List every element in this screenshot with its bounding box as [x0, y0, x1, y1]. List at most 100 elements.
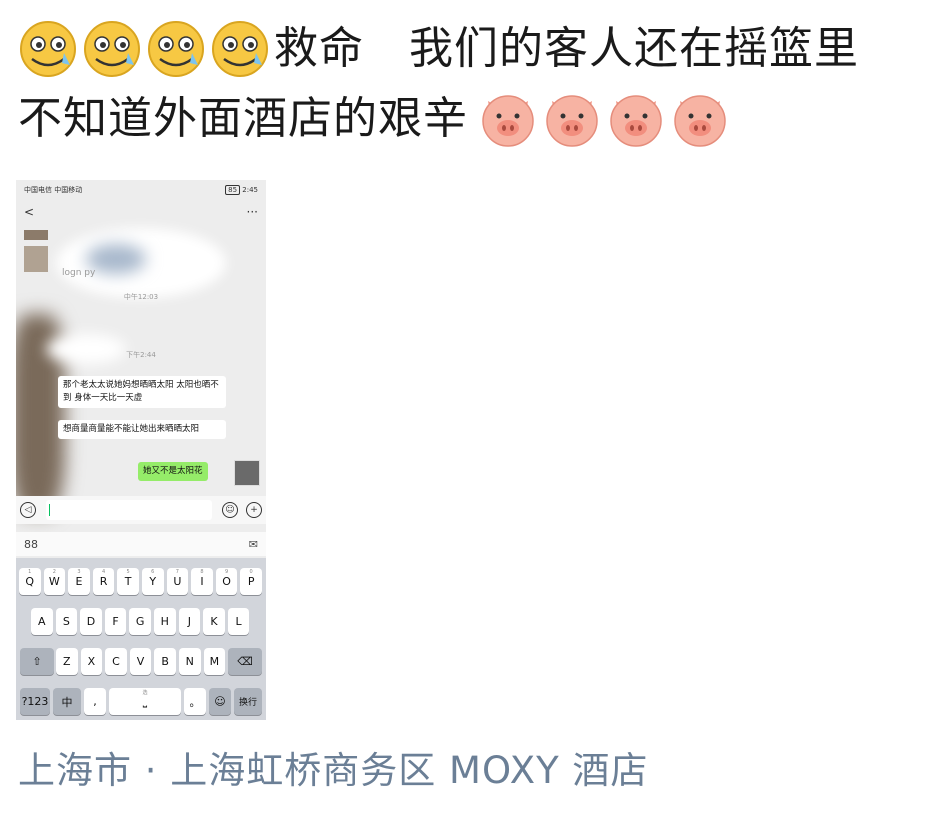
- grinning-crying-emoji-icon: [146, 19, 206, 79]
- pig-face-icon: [670, 89, 730, 149]
- key-c[interactable]: C: [105, 648, 127, 675]
- status-right: 85 2:45: [225, 185, 258, 195]
- grinning-crying-emoji-icon: [210, 19, 270, 79]
- shift-key[interactable]: ⇧: [20, 648, 54, 675]
- post-line-2: 不知道外面酒店的艰辛: [18, 84, 938, 154]
- keyboard-row-2: ASDFGHJKL: [16, 608, 266, 638]
- key-q[interactable]: 1Q: [19, 568, 41, 595]
- key-sub-label: 8: [200, 569, 204, 575]
- key-sub-label: 9: [224, 569, 229, 575]
- enter-key[interactable]: 换行: [234, 688, 262, 715]
- key-y[interactable]: 6Y: [142, 568, 164, 595]
- keyboard-apps-icon[interactable]: 88: [24, 538, 38, 551]
- key-label: Q: [25, 575, 35, 588]
- chat-timestamp: 下午2:44: [126, 351, 156, 359]
- key-b[interactable]: B: [154, 648, 176, 675]
- self-avatar[interactable]: [234, 460, 260, 486]
- post-text-line-2: 不知道外面酒店的艰辛: [18, 93, 468, 144]
- emoji-key[interactable]: ☺: [209, 688, 231, 715]
- key-s[interactable]: S: [55, 608, 78, 635]
- key-sub-label: 2: [52, 569, 56, 575]
- message-input[interactable]: [46, 500, 212, 520]
- key-l[interactable]: L: [227, 608, 250, 635]
- key-r[interactable]: 4R: [92, 568, 115, 595]
- location-link[interactable]: 上海市 · 上海虹桥商务区 MOXY 酒店: [18, 740, 648, 794]
- text-caret: [49, 504, 50, 516]
- left-thumbnail: [24, 230, 48, 240]
- comma-key[interactable]: ,: [84, 688, 106, 715]
- plus-icon[interactable]: +: [246, 502, 262, 518]
- chat-area: logn py 中午12:03 下午2:44 那个老太太说她妈想晒晒太阳 太阳也…: [16, 224, 266, 514]
- more-icon[interactable]: ···: [247, 205, 258, 219]
- key-label: U: [173, 575, 182, 588]
- key-h[interactable]: H: [154, 608, 176, 635]
- key-t[interactable]: 5T: [117, 568, 139, 595]
- voice-icon[interactable]: ◁: [20, 502, 36, 518]
- space-hint: 选: [142, 690, 148, 696]
- keyboard-collapse-icon[interactable]: ✉: [249, 538, 258, 551]
- key-sub-label: 6: [151, 569, 155, 575]
- key-sub-label: 7: [175, 569, 179, 575]
- key-v[interactable]: V: [129, 648, 152, 675]
- post-text: 救命 我们的客人还在摇篮里 不知道外面酒店的艰辛: [18, 14, 938, 154]
- key-label: P: [247, 575, 255, 588]
- carrier-text: 中国电信 中国移动: [24, 186, 83, 194]
- space-key[interactable]: 选 ⎵: [109, 688, 181, 715]
- post-line-1: 救命 我们的客人还在摇篮里: [18, 14, 938, 84]
- language-key[interactable]: 中: [53, 688, 81, 715]
- key-x[interactable]: X: [80, 648, 103, 675]
- left-thumbnail: [24, 246, 48, 272]
- key-w[interactable]: 2W: [43, 568, 66, 595]
- key-label: O: [222, 575, 231, 588]
- key-sub-label: 1: [28, 569, 32, 575]
- key-a[interactable]: A: [31, 608, 53, 635]
- pig-face-icon: [478, 89, 538, 149]
- key-label: W: [48, 575, 60, 588]
- key-label: I: [200, 575, 204, 588]
- keyboard-row-3: ⇧ ⌫ ZXCVBNM: [16, 648, 266, 678]
- key-j[interactable]: J: [178, 608, 201, 635]
- key-m[interactable]: M: [203, 648, 226, 675]
- input-bar: ◁ ☺ +: [16, 496, 266, 524]
- chat-timestamp: 中午12:03: [123, 293, 159, 301]
- message-bubble[interactable]: 想商量商量能不能让她出来晒晒太阳: [58, 420, 226, 439]
- delete-key[interactable]: ⌫: [228, 648, 262, 675]
- key-p[interactable]: 0P: [240, 568, 262, 595]
- key-label: E: [75, 575, 83, 588]
- grinning-crying-emoji-icon: [18, 19, 78, 79]
- chat-title-bar: < ···: [16, 200, 266, 224]
- key-label: R: [99, 575, 108, 588]
- keyboard-row-4: ?123 中 , 选 ⎵ 。 ☺ 换行: [16, 688, 266, 718]
- key-d[interactable]: D: [80, 608, 102, 635]
- key-sub-label: 5: [126, 569, 130, 575]
- battery-level: 85: [225, 185, 241, 195]
- pig-face-icon: [542, 89, 602, 149]
- key-f[interactable]: F: [104, 608, 127, 635]
- key-u[interactable]: 7U: [166, 568, 189, 595]
- back-icon[interactable]: <: [24, 205, 34, 219]
- obscured-text: logn py: [62, 268, 96, 278]
- key-o[interactable]: 9O: [215, 568, 238, 595]
- key-sub-label: 3: [77, 569, 81, 575]
- key-sub-label: 4: [101, 569, 106, 575]
- period-key[interactable]: 。: [184, 688, 206, 715]
- chat-screenshot-image[interactable]: 中国电信 中国移动 85 2:45 < ··· logn py 中午12:03 …: [16, 180, 266, 720]
- key-g[interactable]: G: [129, 608, 151, 635]
- key-n[interactable]: N: [179, 648, 201, 675]
- key-e[interactable]: 3E: [68, 568, 90, 595]
- key-z[interactable]: Z: [56, 648, 78, 675]
- pig-face-icon: [606, 89, 666, 149]
- key-label: T: [124, 575, 132, 588]
- key-sub-label: 0: [249, 569, 253, 575]
- key-i[interactable]: 8I: [191, 568, 213, 595]
- keyboard-row-1: 1Q2W3E4R5T6Y7U8I9O0P: [16, 568, 266, 598]
- grinning-crying-emoji-icon: [82, 19, 142, 79]
- key-k[interactable]: K: [203, 608, 225, 635]
- numbers-key[interactable]: ?123: [20, 688, 50, 715]
- keyboard-toolbar: 88 ✉: [16, 532, 266, 556]
- message-bubble-self[interactable]: 她又不是太阳花: [138, 462, 208, 481]
- message-bubble[interactable]: 那个老太太说她妈想晒晒太阳 太阳也晒不到 身体一天比一天虚: [58, 376, 226, 408]
- clock-text: 2:45: [242, 186, 258, 194]
- keyboard: 1Q2W3E4R5T6Y7U8I9O0P ASDFGHJKL ⇧ ⌫ ZXCVB…: [16, 558, 266, 720]
- emoji-icon[interactable]: ☺: [222, 502, 238, 518]
